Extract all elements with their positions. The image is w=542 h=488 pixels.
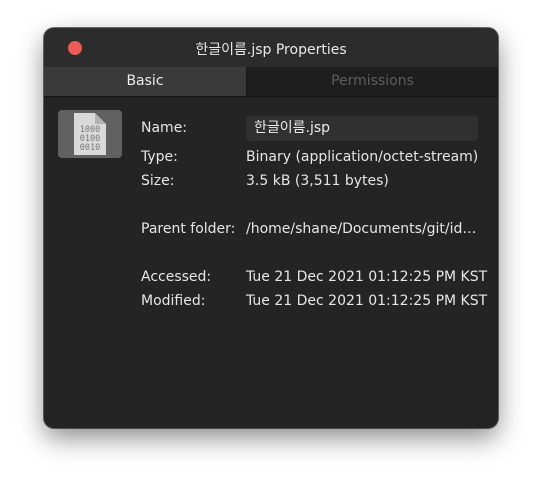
tab-permissions[interactable]: Permissions <box>247 67 498 96</box>
modified-value: Tue 21 Dec 2021 01:12:25 PM KST <box>246 293 488 309</box>
window-title: 한글이름.jsp Properties <box>195 42 347 58</box>
binary-file-icon: 1000 0100 0010 <box>58 110 122 158</box>
size-label: Size: <box>141 173 175 189</box>
size-value: 3.5 kB (3,511 bytes) <box>246 173 389 189</box>
tab-basic[interactable]: Basic <box>44 67 247 96</box>
tab-bar: Basic Permissions <box>44 67 498 97</box>
parent-folder-value[interactable]: /home/shane/Documents/git/id… <box>246 221 478 237</box>
accessed-label: Accessed: <box>141 269 212 285</box>
file-icon-digits-3: 0010 <box>80 143 100 153</box>
name-label: Name: <box>141 120 188 136</box>
modified-label: Modified: <box>141 293 206 309</box>
parent-folder-label: Parent folder: <box>141 221 236 237</box>
type-value: Binary (application/octet-stream) <box>246 149 479 165</box>
accessed-value: Tue 21 Dec 2021 01:12:25 PM KST <box>246 269 488 285</box>
name-field[interactable]: 한글이름.jsp <box>246 116 478 141</box>
properties-window: 한글이름.jsp Properties Basic Permissions 10… <box>44 28 498 428</box>
type-label: Type: <box>141 149 178 165</box>
title-bar[interactable]: 한글이름.jsp Properties <box>44 28 498 67</box>
